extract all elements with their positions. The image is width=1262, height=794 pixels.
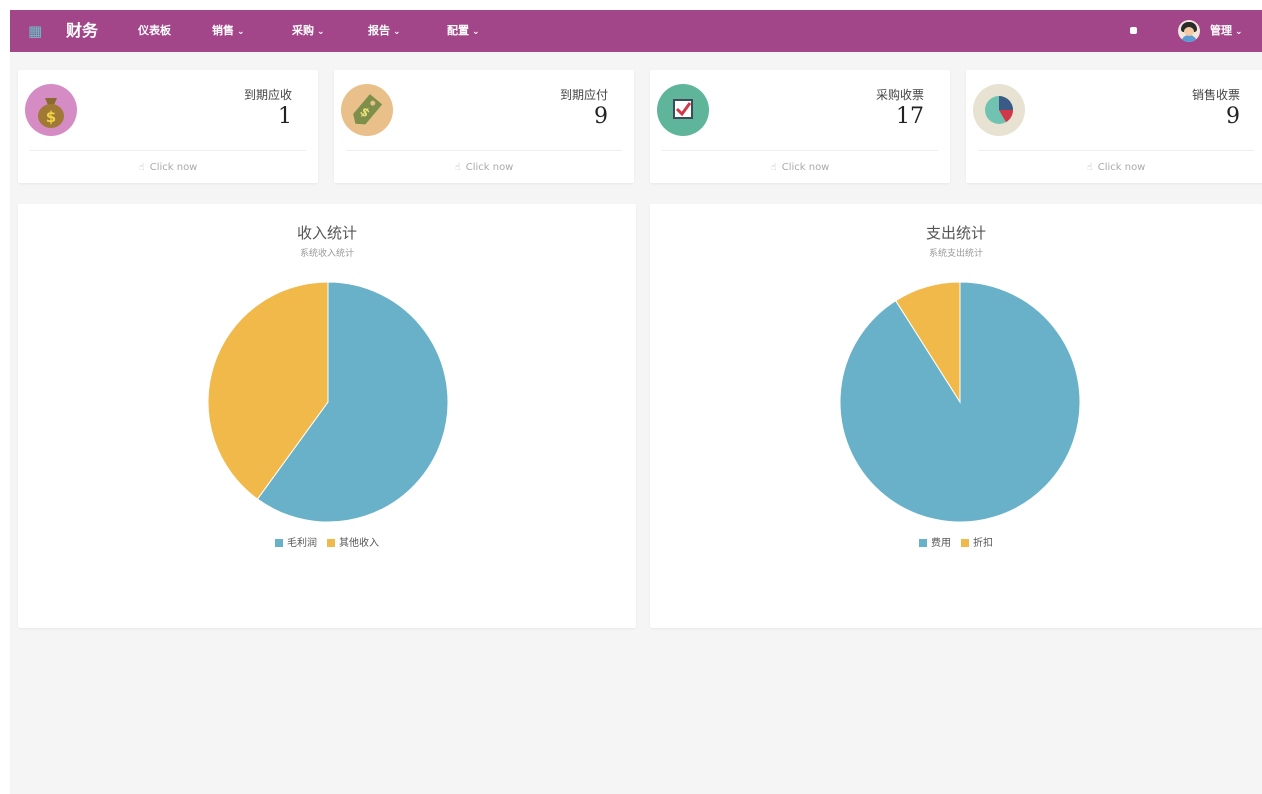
- legend-swatch: [327, 539, 335, 547]
- click-now-link[interactable]: ☝ Click now: [650, 162, 950, 173]
- link-label: Click now: [465, 162, 514, 173]
- hand-pointer-icon: ☝: [1086, 162, 1093, 173]
- card-title: 销售收票: [1191, 88, 1240, 102]
- notification-icon[interactable]: [1130, 27, 1137, 34]
- svg-text:$: $: [46, 108, 56, 126]
- income-chart-panel: 收入统计 系统收入统计 毛利润 其他收入: [18, 204, 636, 628]
- legend-item[interactable]: 折扣: [961, 534, 993, 549]
- nav-item-config[interactable]: 配置 ⌄: [447, 23, 480, 40]
- apps-menu-icon[interactable]: ▦: [28, 23, 44, 39]
- card-title: 到期应付: [559, 88, 608, 102]
- chart-legend: 毛利润 其他收入: [18, 534, 636, 549]
- chevron-down-icon: ⌄: [1235, 27, 1243, 37]
- link-label: Click now: [1097, 162, 1146, 173]
- card-value: 9: [1226, 104, 1240, 129]
- nav-item-label: 配置: [447, 24, 469, 37]
- expense-chart-panel: 支出统计 系统支出统计 费用 折扣: [650, 204, 1262, 628]
- stat-card-payable: $ 到期应付 9 ☝ Click now: [334, 70, 634, 183]
- chevron-down-icon: ⌄: [317, 27, 325, 37]
- chevron-down-icon: ⌄: [472, 27, 480, 37]
- legend-swatch: [275, 539, 283, 547]
- top-navbar: ▦ 财务 仪表板 销售 ⌄ 采购 ⌄ 报告 ⌄ 配置 ⌄ 管理 ⌄: [10, 10, 1262, 52]
- money-bag-icon: $: [25, 84, 77, 136]
- legend-swatch: [961, 539, 969, 547]
- nav-item-sales[interactable]: 销售 ⌄: [212, 23, 245, 40]
- divider: [978, 150, 1254, 151]
- legend-item[interactable]: 毛利润: [275, 534, 317, 549]
- click-now-link[interactable]: ☝ Click now: [18, 162, 318, 173]
- expense-pie-chart: [839, 281, 1081, 523]
- nav-item-reports[interactable]: 报告 ⌄: [368, 23, 401, 40]
- nav-item-label: 销售: [212, 24, 234, 37]
- card-title: 采购收票: [875, 88, 924, 102]
- checkbox-icon: [657, 84, 709, 136]
- stat-card-sales-invoice: 销售收票 9 ☝ Click now: [966, 70, 1262, 183]
- nav-item-purchase[interactable]: 采购 ⌄: [292, 23, 325, 40]
- chevron-down-icon: ⌄: [393, 27, 401, 37]
- legend-swatch: [919, 539, 927, 547]
- card-title: 到期应收: [243, 88, 292, 102]
- legend-label: 折扣: [973, 538, 993, 549]
- pie-chart-icon: [973, 84, 1025, 136]
- click-now-link[interactable]: ☝ Click now: [966, 162, 1262, 173]
- hand-pointer-icon: ☝: [454, 162, 461, 173]
- nav-item-dashboard[interactable]: 仪表板: [138, 23, 171, 39]
- app-brand[interactable]: 财务: [66, 21, 98, 41]
- app-frame: ▦ 财务 仪表板 销售 ⌄ 采购 ⌄ 报告 ⌄ 配置 ⌄ 管理 ⌄ $ 到期应收…: [10, 10, 1262, 794]
- chevron-down-icon: ⌄: [237, 27, 245, 37]
- chart-legend: 费用 折扣: [650, 534, 1262, 549]
- nav-item-label: 报告: [368, 24, 390, 37]
- divider: [346, 150, 622, 151]
- income-pie-chart: [207, 281, 449, 523]
- card-value: 17: [896, 104, 924, 129]
- link-label: Click now: [781, 162, 830, 173]
- hand-pointer-icon: ☝: [138, 162, 145, 173]
- link-label: Click now: [149, 162, 198, 173]
- legend-item[interactable]: 费用: [919, 534, 951, 549]
- stat-card-purchase-invoice: 采购收票 17 ☝ Click now: [650, 70, 950, 183]
- price-tag-icon: $: [341, 84, 393, 136]
- nav-item-label: 仪表板: [138, 24, 171, 37]
- click-now-link[interactable]: ☝ Click now: [334, 162, 634, 173]
- user-menu[interactable]: 管理 ⌄: [1210, 23, 1243, 40]
- hand-pointer-icon: ☝: [770, 162, 777, 173]
- nav-item-label: 采购: [292, 24, 314, 37]
- divider: [662, 150, 938, 151]
- stat-card-receivable: $ 到期应收 1 ☝ Click now: [18, 70, 318, 183]
- legend-item[interactable]: 其他收入: [327, 534, 379, 549]
- divider: [30, 150, 306, 151]
- avatar[interactable]: [1178, 20, 1200, 42]
- legend-label: 其他收入: [339, 538, 379, 549]
- legend-label: 毛利润: [287, 538, 317, 549]
- legend-label: 费用: [931, 538, 951, 549]
- card-value: 9: [594, 104, 608, 129]
- user-name: 管理: [1210, 24, 1232, 37]
- card-value: 1: [278, 104, 292, 129]
